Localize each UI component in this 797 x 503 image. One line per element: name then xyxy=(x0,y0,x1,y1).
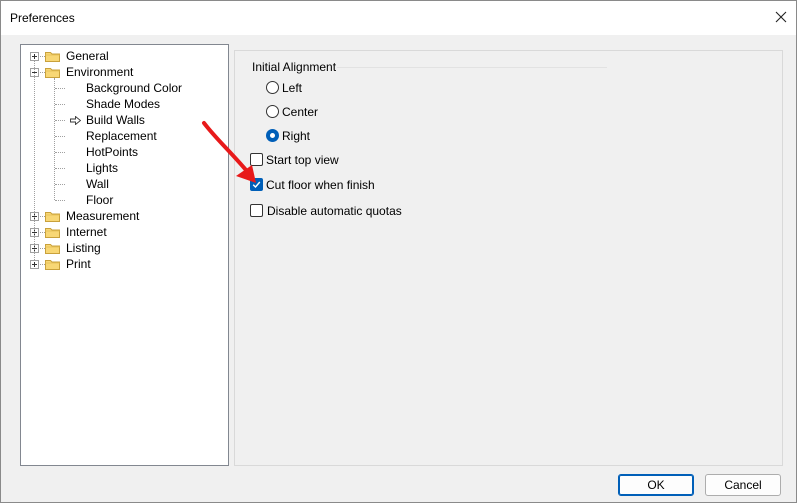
tree-item-measurement[interactable]: Measurement xyxy=(21,208,226,224)
tree-item-label: Listing xyxy=(66,241,101,255)
tree-connector xyxy=(55,88,65,89)
tree-item-label: HotPoints xyxy=(86,145,139,159)
preferences-dialog: Preferences General Environment Background… xyxy=(0,0,797,503)
tree-item-label: Floor xyxy=(86,193,114,207)
tree-connector xyxy=(55,168,65,169)
checkbox-disable-quotas-label: Disable automatic quotas xyxy=(267,204,402,218)
tree-item-label: Print xyxy=(66,257,91,271)
tree-guide-line xyxy=(54,78,55,200)
radio-center-label: Center xyxy=(282,105,319,119)
folder-icon xyxy=(45,260,60,270)
radio-right-label: Right xyxy=(282,129,311,143)
group-divider xyxy=(337,67,607,68)
tree-connector xyxy=(55,152,65,153)
title-bar: Preferences xyxy=(1,1,796,35)
ok-button[interactable]: OK xyxy=(618,474,694,496)
checkbox-disable-quotas[interactable] xyxy=(250,204,263,217)
category-tree[interactable]: General Environment Background Color Shade … xyxy=(20,44,229,466)
tree-item-label: Replacement xyxy=(86,129,157,143)
expand-icon[interactable] xyxy=(30,52,39,61)
tree-guide-line xyxy=(34,61,35,260)
cancel-button[interactable]: Cancel xyxy=(705,474,781,496)
tree-item-floor[interactable]: Floor xyxy=(21,192,226,208)
window-title: Preferences xyxy=(10,11,75,25)
tree-item-label: Wall xyxy=(86,177,109,191)
close-button[interactable] xyxy=(767,7,795,29)
tree-item-listing[interactable]: Listing xyxy=(21,240,226,256)
folder-icon xyxy=(45,212,60,222)
radio-center[interactable] xyxy=(266,105,279,118)
current-item-arrow-icon xyxy=(70,116,81,125)
radio-left[interactable] xyxy=(266,81,279,94)
tree-item-environment[interactable]: Environment xyxy=(21,64,226,80)
checkbox-cut-floor-label: Cut floor when finish xyxy=(266,178,375,192)
folder-icon xyxy=(45,244,60,254)
tree-connector xyxy=(55,184,65,185)
tree-item-background-color[interactable]: Background Color xyxy=(21,80,226,96)
tree-item-label: Internet xyxy=(66,225,107,239)
tree-item-print[interactable]: Print xyxy=(21,256,226,272)
radio-left-label: Left xyxy=(282,81,303,95)
tree-item-label: Background Color xyxy=(86,81,183,95)
tree-item-label: Shade Modes xyxy=(86,97,161,111)
tree-item-general[interactable]: General xyxy=(21,48,226,64)
tree-item-label: Measurement xyxy=(66,209,140,223)
checkbox-start-top-view-label: Start top view xyxy=(266,153,339,167)
tree-item-internet[interactable]: Internet xyxy=(21,224,226,240)
tree-item-label: Lights xyxy=(86,161,119,175)
folder-icon xyxy=(45,68,60,78)
tree-connector xyxy=(55,136,65,137)
tree-connector xyxy=(55,120,65,121)
tree-item-shade-modes[interactable]: Shade Modes xyxy=(21,96,226,112)
folder-icon xyxy=(45,228,60,238)
expand-icon[interactable] xyxy=(30,260,39,269)
tree-connector xyxy=(55,200,65,201)
tree-connector xyxy=(55,104,65,105)
tree-item-label: Build Walls xyxy=(86,113,145,127)
radio-right[interactable] xyxy=(266,129,279,142)
close-icon xyxy=(775,11,787,23)
alignment-group-label: Initial Alignment xyxy=(252,60,337,74)
annotation-arrow-icon xyxy=(202,121,256,183)
tree-item-label: Environment xyxy=(66,65,134,79)
tree-item-label: General xyxy=(66,49,109,63)
folder-icon xyxy=(45,52,60,62)
